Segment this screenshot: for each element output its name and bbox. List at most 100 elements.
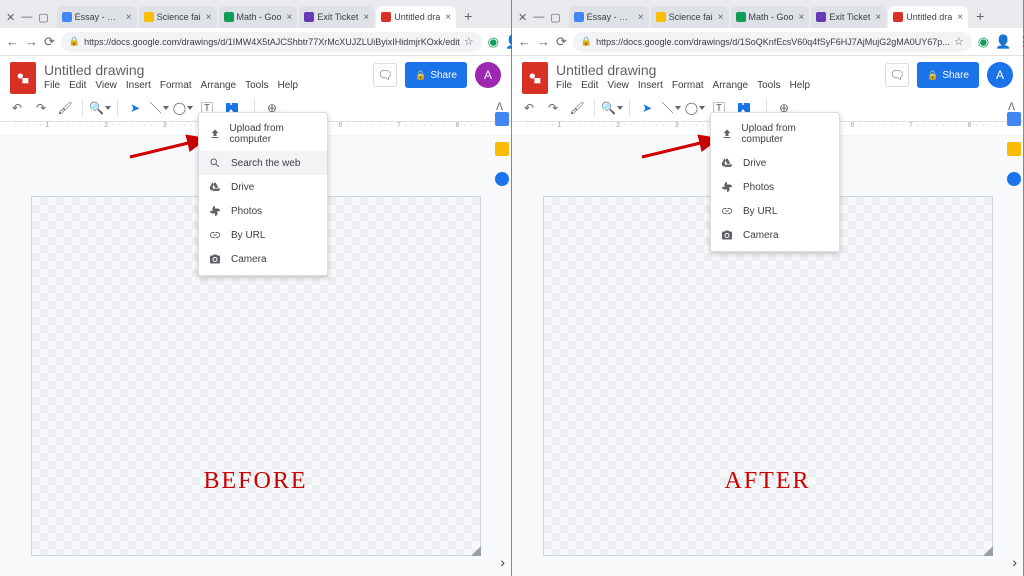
share-button[interactable]: 🔒Share (917, 62, 979, 88)
close-icon[interactable]: × (445, 12, 451, 23)
maximize-icon[interactable]: ▢ (38, 11, 48, 24)
menu-file[interactable]: File (556, 80, 572, 91)
browser-tab[interactable]: Science fai× (139, 6, 217, 28)
forward-button[interactable]: → (25, 34, 38, 49)
browser-tab-active[interactable]: Untitled dra× (376, 6, 456, 28)
select-tool[interactable]: ➤ (638, 99, 656, 117)
browser-tab[interactable]: Science fai× (651, 6, 729, 28)
redo-button[interactable]: ↷ (544, 99, 562, 117)
close-icon[interactable]: × (718, 12, 724, 23)
close-icon[interactable]: × (126, 12, 132, 23)
menu-help[interactable]: Help (789, 80, 810, 91)
dropdown-item-photos[interactable]: Photos (199, 199, 327, 223)
browser-tab[interactable]: Math - Goo× (219, 6, 298, 28)
keep-icon[interactable] (1007, 142, 1021, 156)
new-tab-button[interactable]: + (970, 8, 990, 28)
browser-tab[interactable]: Essay - Goo× (569, 6, 649, 28)
menu-edit[interactable]: Edit (581, 80, 598, 91)
extension-icon[interactable]: ◉ (978, 34, 989, 50)
url-input[interactable]: 🔒 https://docs.google.com/drawings/d/1IM… (61, 32, 482, 52)
back-button[interactable]: ← (518, 34, 531, 49)
close-icon[interactable]: × (638, 12, 644, 23)
menu-arrange[interactable]: Arrange (201, 80, 237, 91)
drawings-logo[interactable] (10, 62, 36, 94)
dropdown-item-link[interactable]: By URL (199, 223, 327, 247)
account-avatar[interactable]: A (475, 62, 501, 88)
dropdown-item-link[interactable]: By URL (711, 199, 839, 223)
close-icon[interactable]: × (206, 12, 212, 23)
browser-tab[interactable]: Essay - Goo× (57, 6, 137, 28)
dropdown-item-upload[interactable]: Upload from computer (711, 117, 839, 151)
comments-button[interactable]: 🗨 (885, 63, 909, 87)
calendar-icon[interactable] (1007, 112, 1021, 126)
bookmark-icon[interactable]: ☆ (464, 35, 474, 48)
share-button[interactable]: 🔒Share (405, 62, 467, 88)
new-tab-button[interactable]: + (458, 8, 478, 28)
close-icon[interactable]: × (799, 12, 805, 23)
minimize-icon[interactable]: — (533, 11, 544, 24)
menu-file[interactable]: File (44, 80, 60, 91)
document-title[interactable]: Untitled drawing (44, 62, 365, 78)
menu-insert[interactable]: Insert (638, 80, 663, 91)
dropdown-item-search[interactable]: Search the web (199, 151, 327, 175)
zoom-button[interactable]: 🔍 (91, 99, 109, 117)
maximize-icon[interactable]: ▢ (550, 11, 560, 24)
comments-button[interactable]: 🗨 (373, 63, 397, 87)
menu-icon[interactable]: ⋮ (1017, 34, 1024, 50)
back-button[interactable]: ← (6, 34, 19, 49)
select-tool[interactable]: ➤ (126, 99, 144, 117)
undo-button[interactable]: ↶ (520, 99, 538, 117)
menu-insert[interactable]: Insert (126, 80, 151, 91)
tasks-icon[interactable] (495, 172, 509, 186)
close-icon[interactable]: ✕ (518, 11, 527, 24)
close-icon[interactable]: × (875, 12, 881, 23)
line-tool[interactable]: ＼ (662, 99, 680, 117)
reload-button[interactable]: ⟳ (556, 34, 567, 50)
menu-tools[interactable]: Tools (757, 80, 780, 91)
zoom-button[interactable]: 🔍 (603, 99, 621, 117)
shape-tool[interactable]: ◯ (686, 99, 704, 117)
paint-format-button[interactable]: 🖌 (568, 99, 586, 117)
shape-tool[interactable]: ◯ (174, 99, 192, 117)
keep-icon[interactable] (495, 142, 509, 156)
reload-button[interactable]: ⟳ (44, 34, 55, 50)
menu-format[interactable]: Format (160, 80, 192, 91)
menu-view[interactable]: View (95, 80, 117, 91)
resize-handle[interactable] (983, 546, 993, 556)
tasks-icon[interactable] (1007, 172, 1021, 186)
dropdown-item-drive[interactable]: Drive (199, 175, 327, 199)
close-icon[interactable]: × (363, 12, 369, 23)
close-icon[interactable]: ✕ (6, 11, 15, 24)
forward-button[interactable]: → (537, 34, 550, 49)
close-icon[interactable]: × (957, 12, 963, 23)
browser-tab[interactable]: Exit Ticket× (811, 6, 886, 28)
extension-icon[interactable]: ◉ (488, 34, 499, 50)
explore-toggle[interactable]: › (500, 554, 505, 570)
menu-edit[interactable]: Edit (69, 80, 86, 91)
dropdown-item-camera[interactable]: Camera (711, 223, 839, 247)
dropdown-item-camera[interactable]: Camera (199, 247, 327, 271)
resize-handle[interactable] (471, 546, 481, 556)
profile-icon[interactable]: 👤 (995, 34, 1011, 50)
line-tool[interactable]: ＼ (150, 99, 168, 117)
browser-tab-active[interactable]: Untitled dra× (888, 6, 968, 28)
menu-view[interactable]: View (607, 80, 629, 91)
menu-arrange[interactable]: Arrange (713, 80, 749, 91)
minimize-icon[interactable]: — (21, 11, 32, 24)
browser-tab[interactable]: Math - Goo× (731, 6, 810, 28)
paint-format-button[interactable]: 🖌 (56, 99, 74, 117)
browser-tab[interactable]: Exit Ticket× (299, 6, 374, 28)
dropdown-item-drive[interactable]: Drive (711, 151, 839, 175)
close-icon[interactable]: × (287, 12, 293, 23)
calendar-icon[interactable] (495, 112, 509, 126)
menu-help[interactable]: Help (277, 80, 298, 91)
dropdown-item-photos[interactable]: Photos (711, 175, 839, 199)
document-title[interactable]: Untitled drawing (556, 62, 877, 78)
undo-button[interactable]: ↶ (8, 99, 26, 117)
menu-tools[interactable]: Tools (245, 80, 268, 91)
drawings-logo[interactable] (522, 62, 548, 94)
dropdown-item-upload[interactable]: Upload from computer (199, 117, 327, 151)
account-avatar[interactable]: A (987, 62, 1013, 88)
redo-button[interactable]: ↷ (32, 99, 50, 117)
url-input[interactable]: 🔒 https://docs.google.com/drawings/d/1So… (573, 32, 972, 52)
